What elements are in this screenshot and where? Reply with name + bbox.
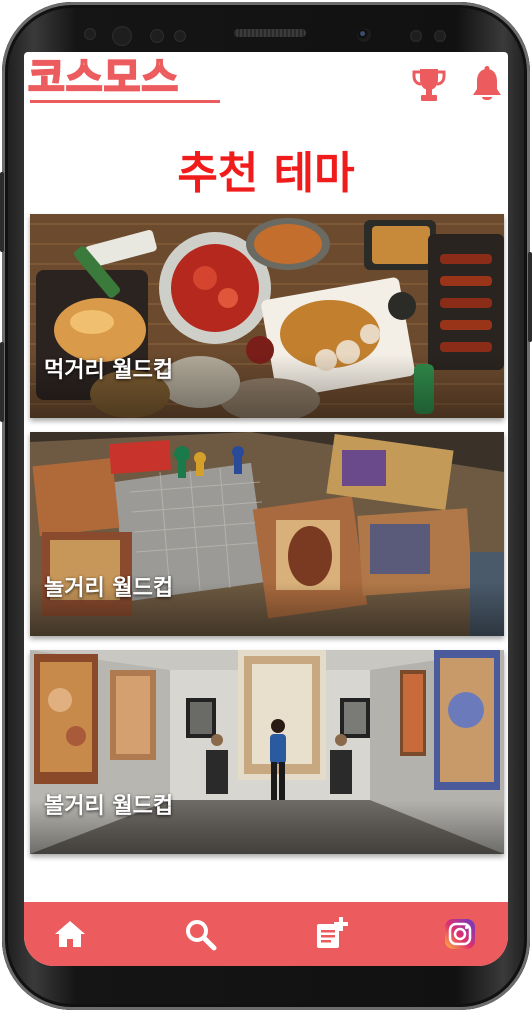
bixby-button — [0, 342, 4, 422]
earpiece-speaker — [234, 29, 306, 37]
logo-underline — [30, 100, 220, 103]
app-header: 코스모스 — [24, 52, 508, 110]
sensor — [410, 30, 422, 42]
board-game-photo — [30, 432, 504, 636]
theme-label-food: 먹거리 월드컵 — [44, 358, 174, 383]
theme-label-view: 볼거리 월드컵 — [44, 794, 174, 819]
food-photo — [30, 214, 504, 418]
app-screen: 코스모스 추천 테마 먹거리 월드컵 놀거리 월드컵 볼거리 월드컵 — [24, 52, 508, 966]
sensor — [84, 28, 96, 40]
bottom-nav — [24, 902, 508, 966]
art-gallery-photo — [30, 650, 504, 854]
theme-label-play: 놀거리 월드컵 — [44, 576, 174, 601]
sensor — [112, 26, 132, 46]
sensor — [434, 30, 446, 42]
power-button — [528, 252, 532, 342]
volume-button — [0, 172, 4, 252]
bell-icon[interactable] — [470, 66, 504, 104]
instagram-icon[interactable] — [442, 916, 478, 952]
theme-card-food[interactable]: 먹거리 월드컵 — [30, 214, 504, 418]
theme-card-view[interactable]: 볼거리 월드컵 — [30, 650, 504, 854]
app-logo[interactable]: 코스모스 — [27, 55, 179, 101]
trophy-icon[interactable] — [412, 66, 446, 104]
new-post-icon[interactable] — [312, 916, 348, 952]
front-camera — [357, 28, 371, 42]
sensor — [174, 30, 186, 42]
sensor — [150, 29, 164, 43]
search-icon[interactable] — [182, 916, 218, 952]
theme-card-play[interactable]: 놀거리 월드컵 — [30, 432, 504, 636]
home-icon[interactable] — [52, 916, 88, 952]
section-title: 추천 테마 — [177, 148, 355, 199]
